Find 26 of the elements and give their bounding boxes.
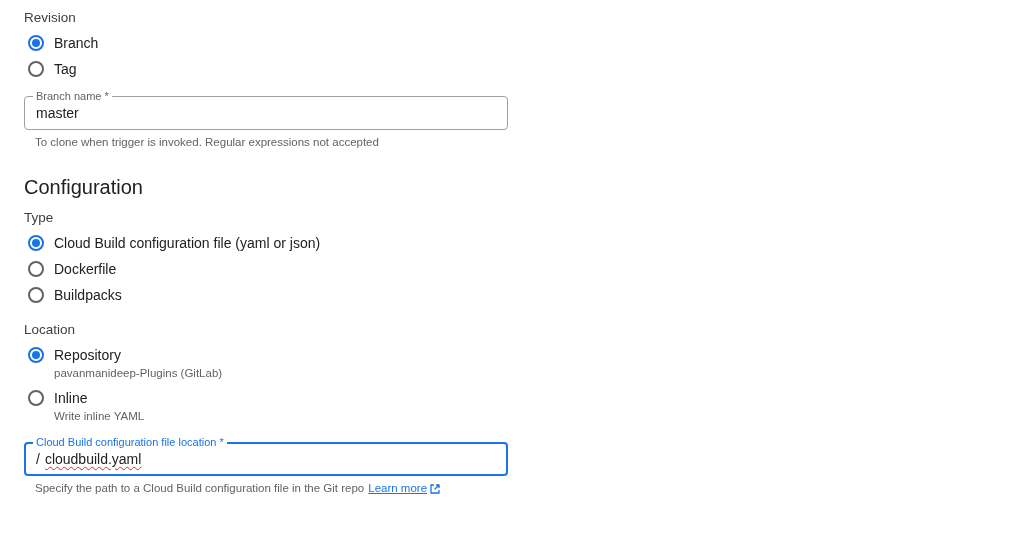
radio-button[interactable] [28,347,44,363]
field-label: Cloud Build configuration file location * [33,435,227,449]
helper-text: Specify the path to a Cloud Build configuration file in the Git repo [35,481,365,496]
group-label: Type [24,209,55,226]
option-label: Branch [54,34,99,53]
option-label: Buildpacks [54,286,122,305]
radio-button[interactable] [28,287,44,303]
option-label: Tag [54,60,77,79]
radio-button[interactable] [28,61,44,77]
radio-button[interactable] [28,235,44,251]
option-label: Dockerfile [54,260,117,279]
option-label: Repository [54,346,122,365]
learn-more-link[interactable]: Learn more [368,481,441,496]
radio-button[interactable] [28,35,44,51]
radio-button[interactable] [28,261,44,277]
option-description: Write inline YAML [54,409,145,424]
group-label: Revision [24,9,77,26]
helper-text: To clone when trigger is invoked. Regular expressions not accepted [35,135,379,150]
option-label: Cloud Build configuration file (yaml or json) [54,234,321,253]
option-label: Inline [54,389,89,408]
group-label: Location [24,321,77,338]
external-link-icon [430,483,441,494]
field-label: Branch name * [33,89,112,103]
option-description: pavanmanideep-Plugins (GitLab) [54,366,223,381]
radio-button[interactable] [28,390,44,406]
section-heading: Configuration [24,175,144,200]
